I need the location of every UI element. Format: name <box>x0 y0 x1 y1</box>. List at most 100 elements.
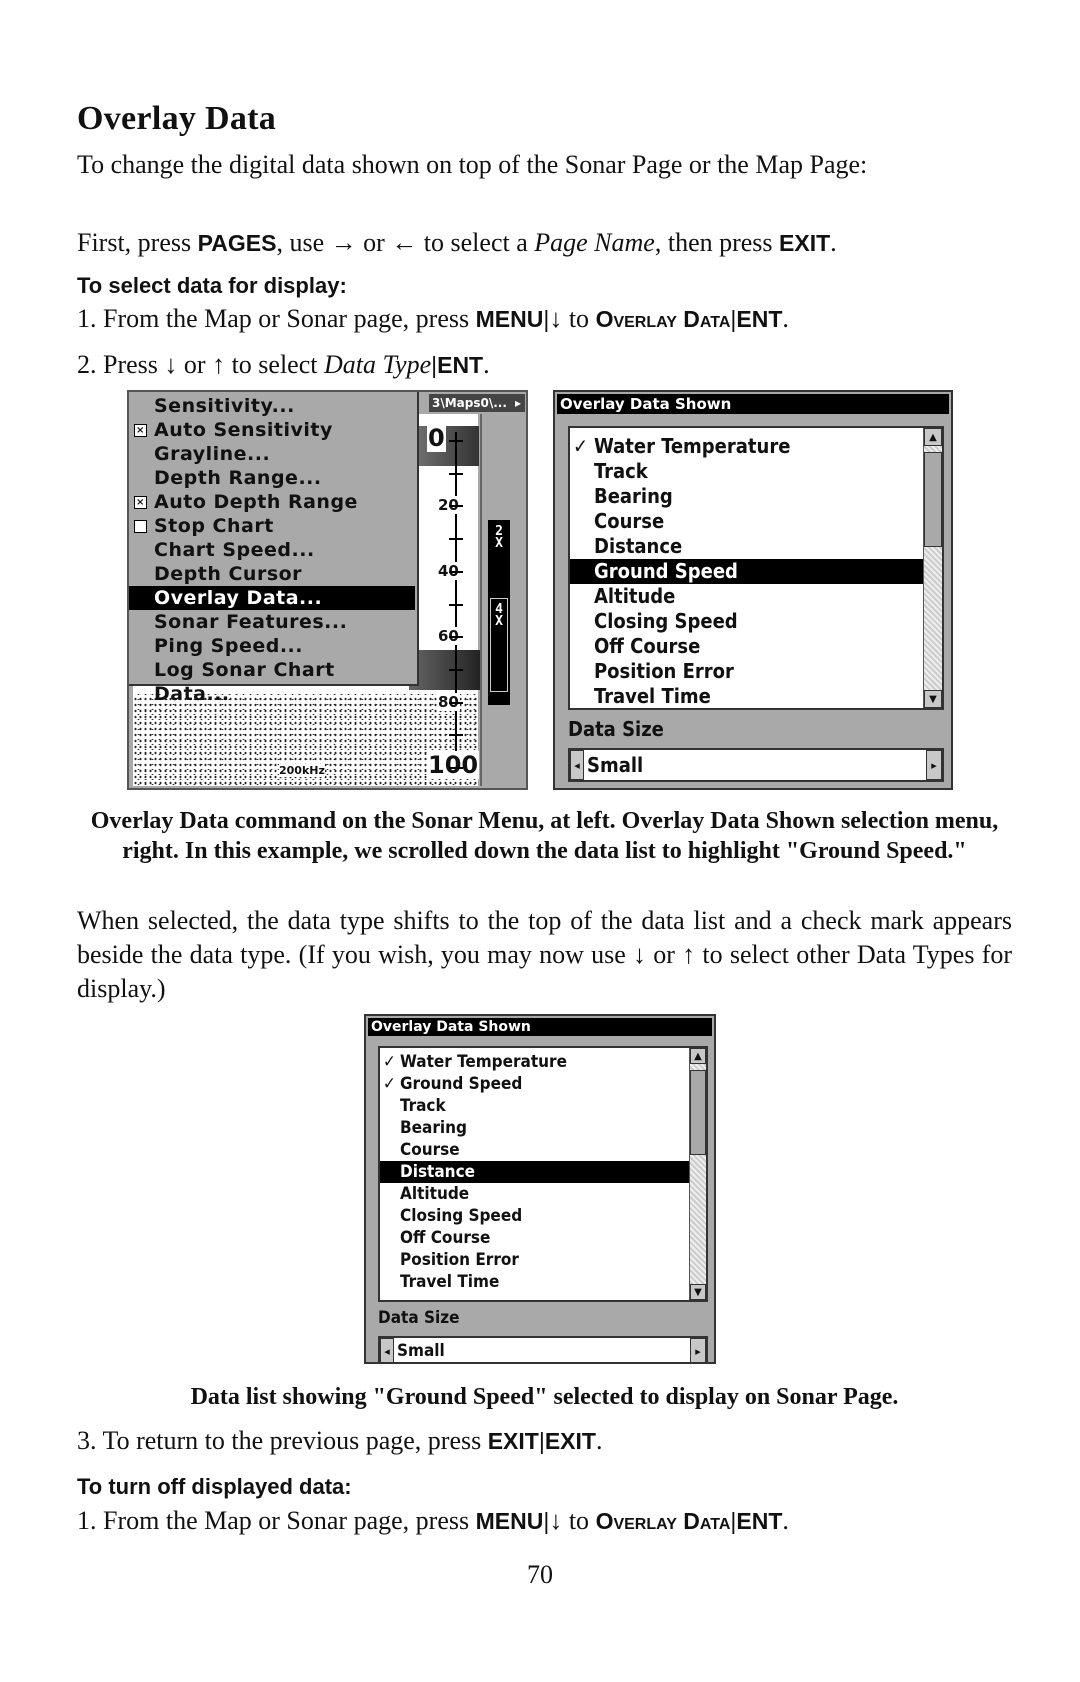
arrow-down-icon: ↓ <box>549 1506 563 1535</box>
text: . <box>782 1506 789 1535</box>
page-name-term: Page Name <box>534 228 655 257</box>
data-type-item[interactable]: Ground Speed <box>570 559 924 584</box>
sonar-menu-item[interactable]: Depth Cursor <box>129 562 415 586</box>
scroll-down-icon[interactable]: ▼ <box>924 690 942 708</box>
sonar-menu-item[interactable]: Ping Speed... <box>129 634 415 658</box>
arrow-down-icon: ↓ <box>633 940 647 969</box>
text: to <box>562 1506 596 1535</box>
sonar-menu-item[interactable]: Chart Speed... <box>129 538 415 562</box>
text: 1. From the Map or Sonar page, press <box>77 304 476 333</box>
list-scrollbar[interactable]: ▲ ▼ <box>689 1048 706 1300</box>
data-type-list[interactable]: ✓ Water Temperature Track Bearing Course Dist… <box>568 426 944 710</box>
data-size-value: Small <box>587 753 644 777</box>
sonar-menu: Sensitivity... × Auto Sensitivity Grayline.… <box>129 392 419 705</box>
figure-caption-1: Overlay Data command on the Sonar Menu, … <box>90 808 999 864</box>
data-type-label: Track <box>400 1096 446 1116</box>
data-size-label: Data Size <box>378 1308 460 1328</box>
key-exit: EXIT <box>544 1428 596 1454</box>
depth-tick <box>449 734 463 737</box>
data-type-item[interactable]: Closing Speed <box>380 1205 690 1227</box>
data-type-label: Distance <box>594 534 683 558</box>
checkbox-checked-icon[interactable]: × <box>134 424 147 437</box>
zoom-bar[interactable]: 2 X 4 X <box>480 414 526 786</box>
overlay-data-command: Overlay Data <box>595 1508 731 1534</box>
zoom-2x-label: 2 X <box>495 524 503 551</box>
data-type-item[interactable]: Distance <box>570 534 924 559</box>
data-type-item[interactable]: Bearing <box>570 484 924 509</box>
data-type-label: Ground Speed <box>400 1074 523 1094</box>
page-number: 70 <box>527 1560 553 1589</box>
depth-label: 100 <box>427 751 480 779</box>
sonar-menu-item[interactable]: × Auto Depth Range <box>129 490 415 514</box>
data-size-selector[interactable]: ◂ Small ▸ <box>568 748 944 782</box>
key-ent: ENT <box>736 306 783 332</box>
text: or <box>177 350 213 379</box>
selected-paragraph: When selected, the data type shifts to t… <box>77 904 1012 1006</box>
data-type-item[interactable]: Off Course <box>570 634 924 659</box>
sonar-menu-item[interactable]: Sonar Features... <box>129 610 415 634</box>
data-type-item[interactable]: Travel Time <box>570 684 924 708</box>
first-instruction: First, press PAGES, use → or ← to select… <box>77 226 1012 260</box>
data-type-label: Off Course <box>400 1228 491 1248</box>
data-type-item[interactable]: Track <box>380 1095 690 1117</box>
list-scrollbar[interactable]: ▲ ▼ <box>923 428 942 708</box>
data-type-label: Bearing <box>400 1118 467 1138</box>
scrollbar-thumb[interactable] <box>690 1070 706 1155</box>
arrow-left-icon[interactable]: ◂ <box>570 750 584 780</box>
fish-arch <box>409 650 481 690</box>
data-type-item[interactable]: Distance <box>380 1161 690 1183</box>
arrow-right-icon[interactable]: ▸ <box>690 1338 706 1362</box>
data-type-label: Closing Speed <box>594 609 738 633</box>
data-type-item[interactable]: ✓ Water Temperature <box>380 1051 690 1073</box>
data-type-item[interactable]: Travel Time <box>380 1271 690 1293</box>
data-type-item[interactable]: Altitude <box>570 584 924 609</box>
scroll-down-icon[interactable]: ▼ <box>690 1284 706 1300</box>
data-type-label: Altitude <box>594 584 676 608</box>
data-type-list[interactable]: ✓ Water Temperature ✓ Ground Speed Track Bear… <box>378 1046 708 1302</box>
data-type-item[interactable]: Altitude <box>380 1183 690 1205</box>
data-type-item[interactable]: Closing Speed <box>570 609 924 634</box>
data-type-item[interactable]: ✓ Water Temperature <box>570 434 924 459</box>
sonar-menu-item[interactable]: Depth Range... <box>129 466 415 490</box>
key-exit: EXIT <box>779 230 831 256</box>
data-type-item[interactable]: Position Error <box>570 659 924 684</box>
data-type-item[interactable]: Position Error <box>380 1249 690 1271</box>
key-menu: MENU <box>475 306 544 332</box>
arrow-left-icon[interactable]: ◂ <box>380 1338 394 1362</box>
sonar-menu-item[interactable]: Log Sonar Chart Data... <box>129 658 415 705</box>
scroll-up-icon[interactable]: ▲ <box>690 1048 706 1064</box>
section-heading: Overlay Data <box>77 100 277 137</box>
key-ent: ENT <box>736 1508 783 1534</box>
text: . <box>483 350 490 379</box>
text: . <box>830 228 837 257</box>
checkbox-checked-icon[interactable]: × <box>134 496 147 509</box>
map-path-label: 3\Maps0\... <box>432 396 507 410</box>
text: , then press <box>654 228 780 257</box>
sonar-menu-item[interactable]: Stop Chart <box>129 514 415 538</box>
arrow-left-icon: ← <box>391 228 418 257</box>
arrow-up-icon: ↑ <box>682 940 696 969</box>
sonar-menu-item[interactable]: Grayline... <box>129 442 415 466</box>
arrow-right-icon[interactable]: ▸ <box>926 750 942 780</box>
intro-paragraph: To change the digital data shown on top … <box>77 150 868 179</box>
data-type-item[interactable]: ✓ Ground Speed <box>380 1073 690 1095</box>
overlay-data-command: Overlay Data <box>595 306 731 332</box>
data-type-item[interactable]: Track <box>570 459 924 484</box>
scroll-up-icon[interactable]: ▲ <box>924 428 942 446</box>
scrollbar-thumb[interactable] <box>924 452 942 547</box>
sonar-menu-item[interactable]: Sensitivity... <box>129 394 415 418</box>
data-type-item[interactable]: Bearing <box>380 1117 690 1139</box>
data-type-item[interactable]: Off Course <box>380 1227 690 1249</box>
text: , use <box>276 228 331 257</box>
data-size-selector[interactable]: ◂ Small ▸ <box>378 1336 708 1362</box>
data-size-label: Data Size <box>568 717 664 741</box>
checkmark-icon: ✓ <box>383 1074 396 1094</box>
sonar-menu-item[interactable]: Overlay Data... <box>129 586 415 610</box>
checkbox-unchecked-icon[interactable] <box>134 520 147 533</box>
sonar-menu-item-label: Depth Cursor <box>154 563 303 585</box>
sonar-menu-item[interactable]: × Auto Sensitivity <box>129 418 415 442</box>
data-type-item[interactable]: Course <box>380 1139 690 1161</box>
text: . <box>782 304 789 333</box>
dialog-title: Overlay Data Shown <box>368 1018 712 1036</box>
data-type-item[interactable]: Course <box>570 509 924 534</box>
